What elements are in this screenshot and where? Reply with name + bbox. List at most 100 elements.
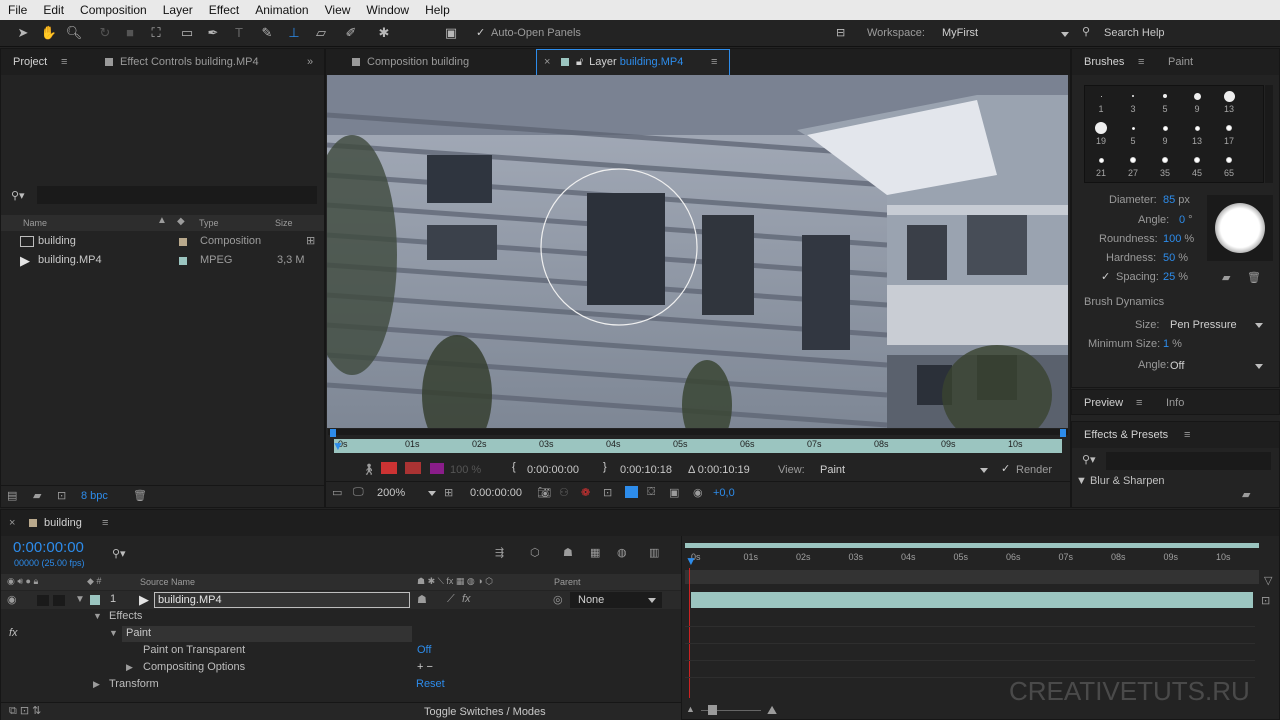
- col-type-header[interactable]: Type: [199, 218, 219, 228]
- walk-icon[interactable]: 🚶︎: [362, 463, 376, 476]
- angle-field[interactable]: 0 °: [1179, 214, 1193, 226]
- dynamics-angle-dropdown[interactable]: Off: [1170, 360, 1184, 372]
- parent-chevron-down-icon[interactable]: [648, 598, 656, 603]
- toggle-switches-modes[interactable]: Toggle Switches / Modes: [424, 706, 546, 718]
- timeline-timecode[interactable]: 0:00:00:00: [13, 539, 84, 556]
- bpc-button[interactable]: 8 bpc: [81, 490, 108, 502]
- draft-3d-icon[interactable]: ⬡: [530, 546, 540, 559]
- tab-brushes[interactable]: Brushes: [1084, 49, 1124, 75]
- project-search-input[interactable]: [37, 186, 317, 204]
- render-icon[interactable]: [405, 462, 421, 474]
- pan-behind-tool-icon[interactable]: ⛶: [147, 24, 165, 42]
- selection-tool-icon[interactable]: ➤: [14, 24, 32, 42]
- brush-preset[interactable]: 35: [1150, 154, 1180, 178]
- channels-icon[interactable]: ❁: [581, 486, 590, 499]
- zoom-tool-icon[interactable]: 🔍︎: [65, 24, 83, 42]
- timeline-ruler[interactable]: 0s 01s 02s 03s 04s 05s 06s 07s 08s 09s 10s: [685, 550, 1259, 568]
- auto-open-checkbox[interactable]: ✓: [476, 26, 485, 39]
- snapshot-icon[interactable]: 📷︎: [537, 486, 551, 499]
- current-timecode[interactable]: 0:00:00:00: [470, 487, 522, 499]
- comp-button-icon[interactable]: ▽: [1264, 574, 1272, 587]
- layer-switch-shy-icon[interactable]: ☗: [417, 593, 427, 606]
- puppet-tool-icon[interactable]: ✱: [375, 24, 393, 42]
- out-point-timecode[interactable]: 0:00:10:18: [620, 464, 672, 476]
- diameter-field[interactable]: 85 px: [1163, 194, 1190, 206]
- menu-item-file[interactable]: File: [0, 3, 35, 17]
- render-checkbox[interactable]: ✓: [1001, 462, 1010, 475]
- brush-preset[interactable]: 17: [1214, 122, 1244, 146]
- rotate-tool-icon[interactable]: ↻: [96, 24, 114, 42]
- zoom-out-icon[interactable]: ▲: [686, 704, 695, 714]
- brush-preset[interactable]: 65: [1214, 154, 1244, 178]
- color-swatch[interactable]: [430, 463, 444, 474]
- paint-effect-row[interactable]: [122, 626, 412, 642]
- layer-lock-icon[interactable]: ⊡: [1261, 594, 1270, 607]
- compositing-options-label[interactable]: Compositing Options: [143, 661, 245, 673]
- pen-tool-icon[interactable]: ✒: [204, 24, 222, 42]
- brush-tool-icon[interactable]: ✎: [258, 24, 276, 42]
- transform-expand-chevron-icon[interactable]: ▶: [93, 679, 100, 690]
- brush-preset[interactable]: 3: [1118, 90, 1148, 114]
- work-area-bar[interactable]: [685, 543, 1259, 548]
- fast-preview-icon[interactable]: ▣: [669, 486, 679, 499]
- menu-item-layer[interactable]: Layer: [155, 3, 201, 17]
- col-size-header[interactable]: Size: [275, 218, 293, 228]
- tab-composition[interactable]: Composition building: [352, 49, 469, 75]
- menu-item-animation[interactable]: Animation: [247, 3, 316, 17]
- brush-preset[interactable]: 27: [1118, 154, 1148, 178]
- effects-menu-icon[interactable]: ≡: [1184, 422, 1190, 448]
- brush-preset[interactable]: 5: [1118, 122, 1148, 146]
- layer-footage-image[interactable]: [327, 75, 1068, 428]
- menu-item-edit[interactable]: Edit: [35, 3, 72, 17]
- layer-name-field[interactable]: building.MP4: [154, 592, 410, 608]
- roto-brush-tool-icon[interactable]: ✐: [342, 24, 360, 42]
- source-name-header[interactable]: Source Name: [140, 577, 195, 587]
- blur-sharpen-category[interactable]: ▼ Blur & Sharpen: [1076, 475, 1165, 487]
- effects-expand-chevron-icon[interactable]: ▼: [93, 611, 102, 621]
- interpret-footage-icon[interactable]: ▤: [7, 489, 17, 502]
- spacing-field[interactable]: 25 %: [1163, 271, 1188, 283]
- zoom-chevron-down-icon[interactable]: [428, 491, 436, 496]
- always-preview-icon[interactable]: ▭: [332, 486, 342, 499]
- brush-preset[interactable]: 5: [1150, 90, 1180, 114]
- frame-blending-icon[interactable]: ▦: [590, 546, 600, 559]
- search-help-input[interactable]: Search Help: [1104, 27, 1165, 39]
- layer-switches-icon[interactable]: ⧉ ⊡ ⇅: [9, 704, 41, 718]
- onion-skin-icon[interactable]: [381, 462, 397, 474]
- show-snapshot-icon[interactable]: ⚇: [559, 486, 569, 499]
- size-chevron-down-icon[interactable]: [1255, 323, 1263, 328]
- transform-reset[interactable]: Reset: [416, 678, 445, 690]
- brushes-menu-icon[interactable]: ≡: [1138, 49, 1144, 75]
- camera-tool-icon[interactable]: ■: [121, 24, 139, 42]
- spacing-checkbox[interactable]: ✓: [1101, 270, 1110, 283]
- solo-switch[interactable]: [53, 595, 65, 606]
- comp-mini-flowchart-icon[interactable]: ⇶: [495, 546, 504, 559]
- brush-preset[interactable]: 9: [1182, 90, 1212, 114]
- new-brush-icon[interactable]: ▰: [1222, 271, 1230, 284]
- trash-icon[interactable]: 🗑︎: [133, 489, 147, 502]
- compositing-add-remove[interactable]: + −: [417, 661, 433, 673]
- transparency-grid-icon[interactable]: [625, 486, 638, 498]
- tab-paint[interactable]: Paint: [1168, 49, 1193, 75]
- brush-preset[interactable]: 19: [1086, 122, 1116, 146]
- effects-presets-title[interactable]: Effects & Presets: [1084, 422, 1168, 448]
- label-tag-icon[interactable]: ◆: [177, 216, 185, 227]
- in-point-timecode[interactable]: 0:00:00:00: [527, 464, 579, 476]
- in-bracket-icon[interactable]: {: [512, 461, 516, 473]
- menu-item-help[interactable]: Help: [417, 3, 458, 17]
- tab-project[interactable]: Project: [13, 49, 47, 75]
- effects-search-input[interactable]: [1106, 452, 1271, 470]
- shy-layers-icon[interactable]: ☗: [563, 546, 573, 559]
- hardness-field[interactable]: 50 %: [1163, 252, 1188, 264]
- brush-preset[interactable]: 21: [1086, 154, 1116, 178]
- roundness-field[interactable]: 100 %: [1163, 233, 1194, 245]
- tab-info[interactable]: Info: [1166, 390, 1184, 416]
- audio-switch[interactable]: [37, 595, 49, 606]
- pickwhip-icon[interactable]: ◎: [553, 593, 563, 606]
- text-tool-icon[interactable]: T: [230, 24, 248, 42]
- menu-item-view[interactable]: View: [317, 3, 359, 17]
- new-preset-icon[interactable]: ▰: [1242, 488, 1250, 501]
- minimum-size-field[interactable]: 1 %: [1163, 338, 1182, 350]
- view-dropdown[interactable]: Paint: [820, 464, 845, 476]
- hand-tool-icon[interactable]: ✋: [40, 24, 58, 42]
